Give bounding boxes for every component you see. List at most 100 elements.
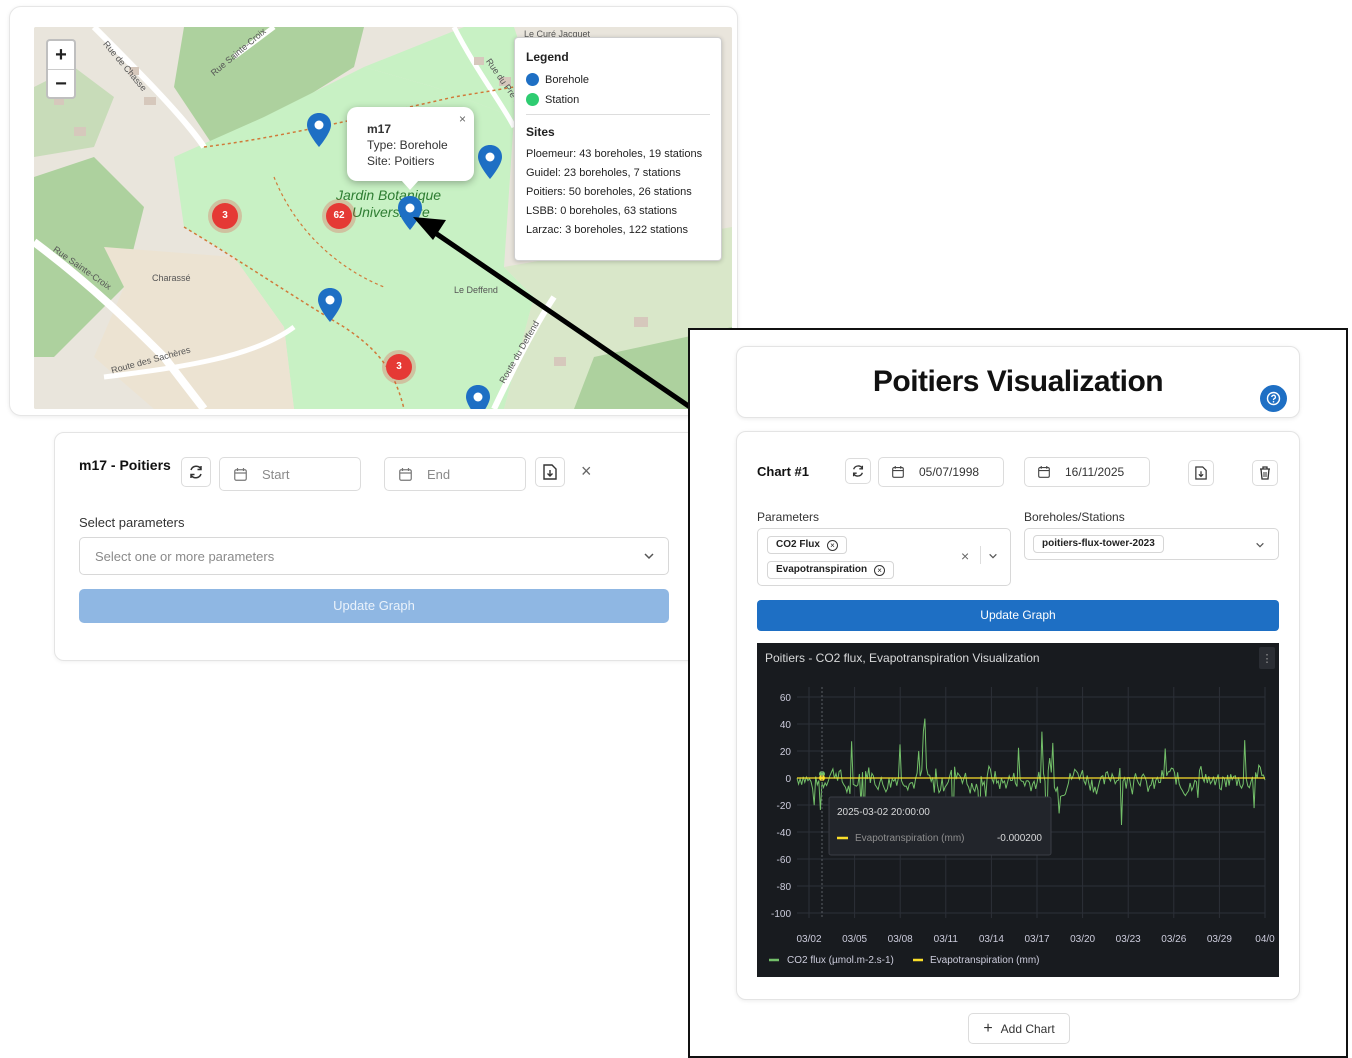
chart-title: Poitiers - CO2 flux, Evapotranspiration … xyxy=(765,651,1040,665)
x-tick-label: 03/02 xyxy=(796,934,821,945)
borehole-marker-icon[interactable] xyxy=(398,196,422,230)
chevron-down-icon[interactable] xyxy=(988,551,998,561)
legend-item: Borehole xyxy=(526,73,710,86)
borehole-dot-icon xyxy=(526,73,539,86)
start-date-value: 05/07/1998 xyxy=(919,465,980,479)
y-tick-label: -80 xyxy=(777,882,792,893)
y-tick-label: 0 xyxy=(785,774,791,785)
zoom-out-button[interactable]: − xyxy=(48,69,74,97)
x-tick-label: 03/29 xyxy=(1207,934,1232,945)
legend-title: Legend xyxy=(526,50,569,64)
help-button[interactable] xyxy=(1260,385,1287,412)
close-form-button[interactable]: × xyxy=(581,461,592,482)
borehole-marker-icon[interactable] xyxy=(307,113,331,147)
param-chip: CO2 Flux × xyxy=(767,536,847,554)
x-tick-label: 03/11 xyxy=(934,934,959,945)
y-tick-label: -20 xyxy=(777,801,792,812)
remove-chip-icon[interactable]: × xyxy=(874,564,886,576)
help-icon xyxy=(1266,391,1281,406)
page-title: Poitiers Visualization xyxy=(872,365,1164,398)
station-chip-label: poitiers-flux-tower-2023 xyxy=(1042,538,1155,549)
legend-label: Borehole xyxy=(545,73,590,86)
legend-label: CO2 flux (µmol.m-2.s-1) xyxy=(787,955,894,966)
calendar-icon xyxy=(234,467,247,481)
sites-title: Sites xyxy=(526,125,555,139)
popup-close-button[interactable]: × xyxy=(459,111,466,127)
map-card: + − Le Curé Jacquet Charassé Le Deffend … xyxy=(9,6,738,416)
stations-label: Boreholes/Stations xyxy=(1024,510,1125,524)
site-summary: Guidel: 23 boreholes, 7 stations xyxy=(526,167,681,179)
map-place-label: Charassé xyxy=(152,273,191,283)
params-placeholder: Select one or more parameters xyxy=(95,549,275,564)
plus-icon: + xyxy=(983,1019,993,1037)
site-summary: Poitiers: 50 boreholes, 26 stations xyxy=(526,186,692,198)
tooltip-time: 2025-03-02 20:00:00 xyxy=(837,807,930,818)
cluster-marker[interactable]: 62 xyxy=(326,203,352,229)
refresh-button[interactable] xyxy=(181,457,211,487)
end-date-input[interactable]: 16/11/2025 xyxy=(1024,457,1150,487)
calendar-icon xyxy=(892,466,904,478)
export-button[interactable] xyxy=(535,457,565,487)
clear-all-icon[interactable]: × xyxy=(961,548,969,564)
refresh-icon xyxy=(190,465,202,479)
file-download-icon xyxy=(543,464,557,480)
station-dot-icon xyxy=(526,93,539,106)
x-tick-label: 03/17 xyxy=(1024,934,1049,945)
calendar-icon xyxy=(399,467,412,481)
site-summary: Ploemeur: 43 boreholes, 19 stations xyxy=(526,148,703,160)
chevron-down-icon xyxy=(1256,542,1264,548)
x-tick-label: 03/20 xyxy=(1070,934,1095,945)
tooltip-series-name: Evapotranspiration (mm) xyxy=(855,833,964,844)
start-date-input[interactable]: 05/07/1998 xyxy=(878,457,1004,487)
params-multiselect[interactable]: CO2 Flux × Evapotranspiration × × xyxy=(757,528,1011,586)
map-legend: Legend Borehole Station Sites Ploemeur: … xyxy=(514,37,722,261)
chart-card: Chart #1 05/07/1998 16/11/2025 Parameter… xyxy=(736,431,1300,1000)
borehole-marker-icon[interactable] xyxy=(478,145,502,179)
time-series-chart[interactable]: Poitiers - CO2 flux, Evapotranspiration … xyxy=(757,643,1279,977)
update-graph-button-disabled[interactable]: Update Graph xyxy=(79,589,669,623)
popup-title: m17 xyxy=(367,122,392,136)
trash-icon xyxy=(1260,466,1270,480)
add-chart-button[interactable]: + Add Chart xyxy=(968,1013,1070,1044)
y-tick-label: 20 xyxy=(780,747,792,758)
refresh-icon xyxy=(852,465,864,477)
param-chip: Evapotranspiration × xyxy=(767,561,895,579)
zoom-control: + − xyxy=(46,39,76,99)
x-tick-label: 03/23 xyxy=(1116,934,1141,945)
x-tick-label: 03/08 xyxy=(888,934,913,945)
add-chart-label: Add Chart xyxy=(1000,1021,1055,1036)
station-select[interactable]: poitiers-flux-tower-2023 xyxy=(1024,528,1279,560)
file-download-icon xyxy=(1195,466,1207,480)
cluster-marker[interactable]: 3 xyxy=(386,354,412,380)
garden-label: Jardin Botanique xyxy=(336,187,442,203)
remove-chip-icon[interactable]: × xyxy=(826,539,838,551)
x-tick-label: 03/14 xyxy=(979,934,1004,945)
popup-site: Site: Poitiers xyxy=(367,154,435,168)
start-date-input[interactable]: Start xyxy=(219,457,361,491)
site-summary: Larzac: 3 boreholes, 122 stations xyxy=(526,224,689,236)
x-tick-label: 03/05 xyxy=(842,934,867,945)
borehole-marker-icon[interactable] xyxy=(318,288,342,322)
y-tick-label: -40 xyxy=(777,828,792,839)
start-placeholder: Start xyxy=(262,466,290,482)
params-select[interactable]: Select one or more parameters xyxy=(79,537,669,575)
refresh-button[interactable] xyxy=(845,458,871,484)
end-date-value: 16/11/2025 xyxy=(1065,465,1125,479)
map-place-label: Le Deffend xyxy=(454,285,498,295)
end-date-input[interactable]: End xyxy=(384,457,526,491)
update-graph-button[interactable]: Update Graph xyxy=(757,600,1279,631)
zoom-in-button[interactable]: + xyxy=(48,41,74,69)
legend-label: Station xyxy=(545,93,580,106)
param-chip-label: CO2 Flux xyxy=(776,539,820,550)
map-view[interactable]: + − Le Curé Jacquet Charassé Le Deffend … xyxy=(34,27,732,409)
form-title: m17 - Poitiers xyxy=(79,457,171,473)
cluster-marker[interactable]: 3 xyxy=(212,203,238,229)
delete-chart-button[interactable] xyxy=(1252,460,1278,486)
chart-svg: Poitiers - CO2 flux, Evapotranspiration … xyxy=(765,647,1275,966)
site-summary: LSBB: 0 boreholes, 63 stations xyxy=(526,205,678,217)
borehole-marker-icon[interactable] xyxy=(466,385,490,409)
menu-dots-icon: ⋮ xyxy=(1262,653,1273,665)
calendar-icon xyxy=(1038,466,1050,478)
export-button[interactable] xyxy=(1188,460,1214,486)
y-tick-label: -60 xyxy=(777,855,792,866)
